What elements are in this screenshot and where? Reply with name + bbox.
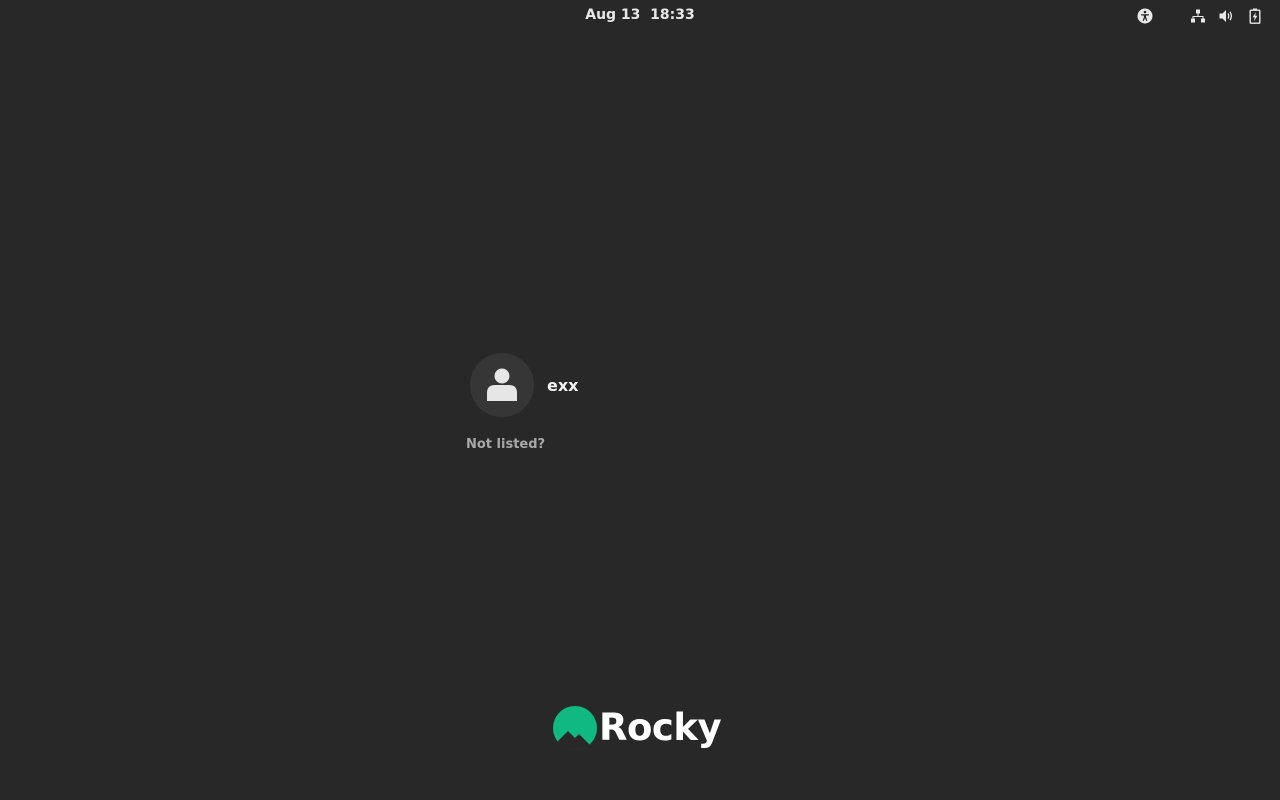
user-list-item[interactable]: exx [470, 353, 579, 417]
not-listed-button[interactable]: Not listed? [466, 437, 545, 452]
time-label: 18:33 [650, 7, 695, 23]
person-icon [487, 368, 517, 401]
top-bar: Aug 13 18:33 [0, 0, 1280, 32]
username-label: exx [547, 375, 579, 395]
login-screen: Aug 13 18:33 exx Not listed? Rocky [0, 0, 1280, 800]
date-time-menu[interactable]: Aug 13 18:33 [0, 7, 1280, 23]
avatar [470, 353, 534, 417]
logo-text: Rocky [599, 706, 722, 749]
battery-icon[interactable] [1247, 8, 1263, 24]
accessibility-icon[interactable] [1137, 8, 1153, 24]
network-icon[interactable] [1190, 8, 1206, 24]
date-label: Aug 13 [585, 7, 641, 23]
volume-icon[interactable] [1218, 8, 1234, 24]
rocky-logo-icon [553, 706, 597, 750]
distro-logo: Rocky [553, 705, 722, 751]
